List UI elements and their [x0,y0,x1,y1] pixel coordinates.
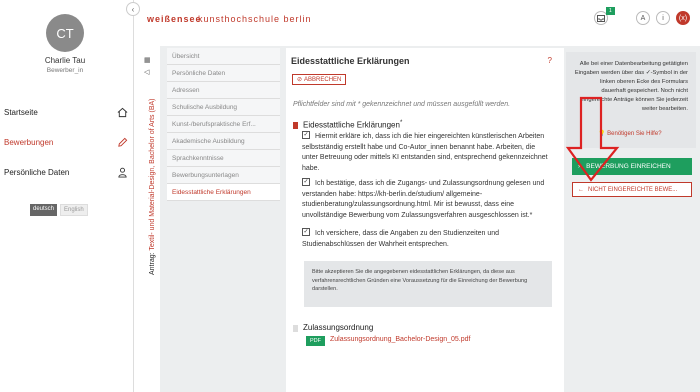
cancel-button[interactable]: ⊘ ABBRECHEN [292,74,347,85]
application-label: Antrag: Textil- und Material-Design, Bac… [149,98,156,275]
declaration-1: ✓ Hiermit erkläre ich, dass ich die hier … [302,131,550,174]
info-button[interactable]: i [656,11,670,25]
declaration-text: Hiermit erkläre ich, dass ich die hier e… [302,133,548,172]
subnav-item[interactable]: Schulische Ausbildung [167,99,280,116]
sidebar-item-label: Bewerbungen [4,137,54,147]
declaration-2: ✓ Ich bestätige, dass ich die Zugangs- un… [302,178,550,221]
header: weißensee kunsthochschule berlin 1 A i (… [134,0,700,40]
declaration-text: Ich versichere, dass die Angaben zu den … [302,230,500,248]
section-title: Eidesstattliche Erklärungen* [303,120,402,130]
subnav-item[interactable]: Persönliche Daten [167,65,280,82]
help-icon[interactable]: ? [548,56,552,65]
page-title: Eidesstattliche Erklärungen [291,56,410,66]
avatar[interactable]: CT [46,14,84,52]
pencil-icon [118,137,128,147]
user-name: Charlie Tau [44,56,86,65]
inbox-icon [597,14,605,22]
collapse-nav-icon[interactable]: ◁ [144,68,149,76]
sidebar: CT Charlie Tau Bewerber_in Startseite Be… [0,0,134,392]
arrow-left-icon: ← [578,186,584,193]
declaration-text: Ich bestätige, dass ich die Zugangs- und… [302,180,545,219]
collapse-sidebar-button[interactable]: ‹ [126,2,140,16]
subnav-item[interactable]: Adressen [167,82,280,99]
a-icon: A [640,14,646,22]
person-icon [118,167,127,178]
info-box: Bitte akzeptieren Sie die angegebenen ei… [304,261,552,307]
cancel-icon: ⊘ [297,77,303,83]
pdf-badge: PDF [306,336,325,346]
sidebar-item-persoenliche-daten[interactable]: Persönliche Daten [4,165,128,179]
unsubmitted-applications-button[interactable]: ← NICHT EINGEREICHTE BEWE... [572,182,692,197]
inbox-badge: 1 [606,7,615,15]
language-switch: deutsch English [30,204,88,216]
application-prefix: Antrag: [149,250,156,275]
bookmark-icon [293,325,298,332]
cancel-label: ABBRECHEN [304,76,342,83]
sidebar-item-label: Startseite [4,107,38,117]
annotation-arrow-icon [565,96,620,182]
checkbox-declaration-1[interactable]: ✓ [302,131,310,140]
application-program: Textil- und Material-Design, Bachelor of… [149,98,156,251]
checkbox-declaration-2[interactable]: ✓ [302,178,310,187]
unsubmitted-label: NICHT EINGEREICHTE BEWE... [588,186,678,193]
section-title-text: Eidesstattliche Erklärungen [303,120,400,130]
bookmark-icon [293,122,298,129]
subnav-item-active[interactable]: Eidesstattliche Erklärungen [167,184,280,201]
declaration-3: ✓ Ich versichere, dass die Angaben zu den… [302,228,550,250]
application-subnav: Übersicht Persönliche Daten Adressen Sch… [167,48,280,201]
info-icon: i [662,14,664,22]
school-name: kunsthochschule berlin [198,14,312,24]
sidebar-item-label: Persönliche Daten [4,167,70,177]
chevron-left-icon: ‹ [131,4,135,14]
grid-icon[interactable]: ▦ [144,56,151,64]
lang-en-button[interactable]: English [60,204,88,216]
subnav-item[interactable]: Akademische Ausbildung [167,133,280,150]
checkbox-declaration-3[interactable]: ✓ [302,228,310,237]
accessibility-button[interactable]: A [636,11,650,25]
subnav-item[interactable]: Übersicht [167,48,280,65]
main-panel: Eidesstattliche Erklärungen ? ⊘ ABBRECHE… [286,48,564,392]
logout-icon: (x) [678,14,688,22]
pdf-link[interactable]: Zulassungsordnung_Bachelor-Design_05.pdf [330,336,470,343]
sidebar-item-startseite[interactable]: Startseite [4,105,128,119]
logout-button[interactable]: (x) [676,11,690,25]
subnav-item[interactable]: Kunst-/berufspraktische Erf... [167,116,280,133]
subnav-item[interactable]: Bewerbungsunterlagen [167,167,280,184]
home-icon [117,107,128,117]
subnav-item[interactable]: Sprachkenntnisse [167,150,280,167]
lang-de-button[interactable]: deutsch [30,204,58,216]
user-role: Bewerber_in [46,67,84,74]
required-star: * [399,120,403,126]
logo[interactable]: weißensee [147,14,202,24]
attachment-title: Zulassungsordnung [303,323,374,332]
sidebar-item-bewerbungen[interactable]: Bewerbungen [4,135,128,149]
required-hint: Pflichtfelder sind mit * gekennzeichnet … [293,101,511,108]
